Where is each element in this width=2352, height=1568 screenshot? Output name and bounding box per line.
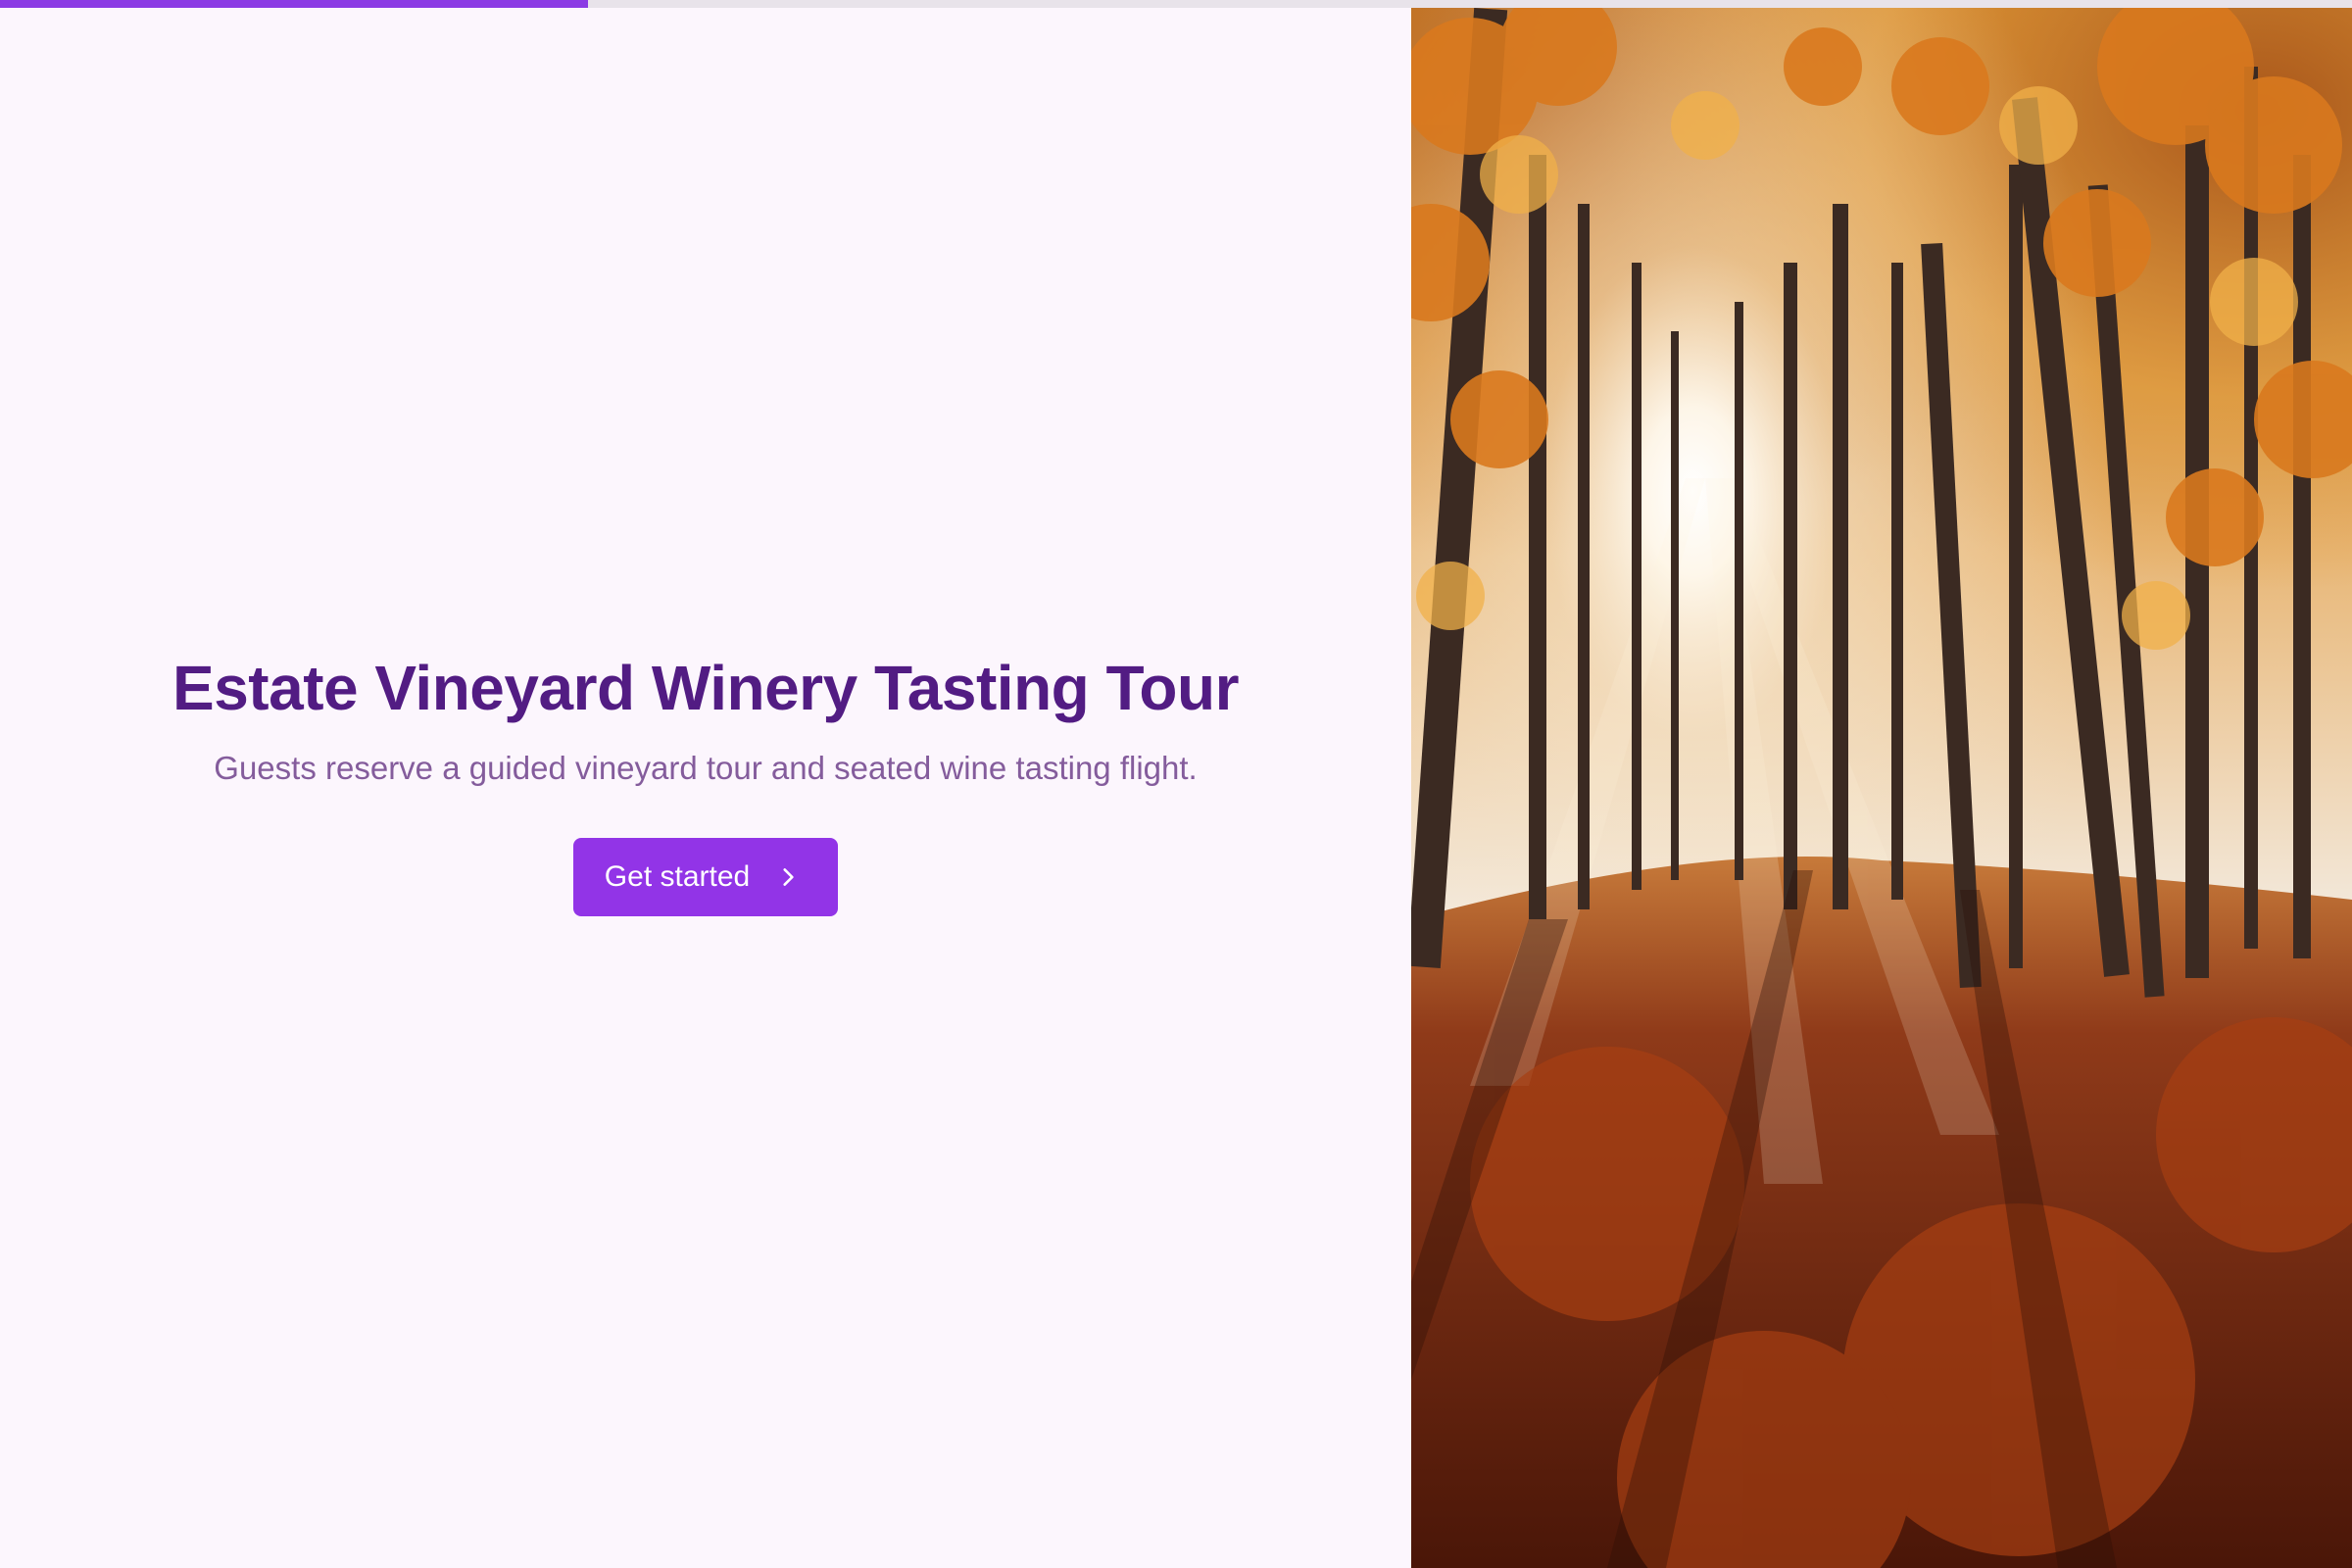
intro-panel: Estate Vineyard Winery Tasting Tour Gues… bbox=[0, 8, 1411, 1568]
page-subtitle: Guests reserve a guided vineyard tour an… bbox=[214, 750, 1198, 786]
chevron-right-icon bbox=[783, 868, 794, 886]
progress-bar bbox=[0, 0, 2352, 8]
get-started-label: Get started bbox=[604, 860, 751, 893]
page-title: Estate Vineyard Winery Tasting Tour bbox=[172, 653, 1239, 723]
get-started-button[interactable]: Get started bbox=[572, 838, 839, 916]
hero: Estate Vineyard Winery Tasting Tour Gues… bbox=[0, 650, 1411, 916]
hero-image bbox=[1411, 8, 2352, 1568]
progress-bar-fill bbox=[0, 0, 588, 8]
autumn-forest-image bbox=[1411, 8, 2352, 1568]
